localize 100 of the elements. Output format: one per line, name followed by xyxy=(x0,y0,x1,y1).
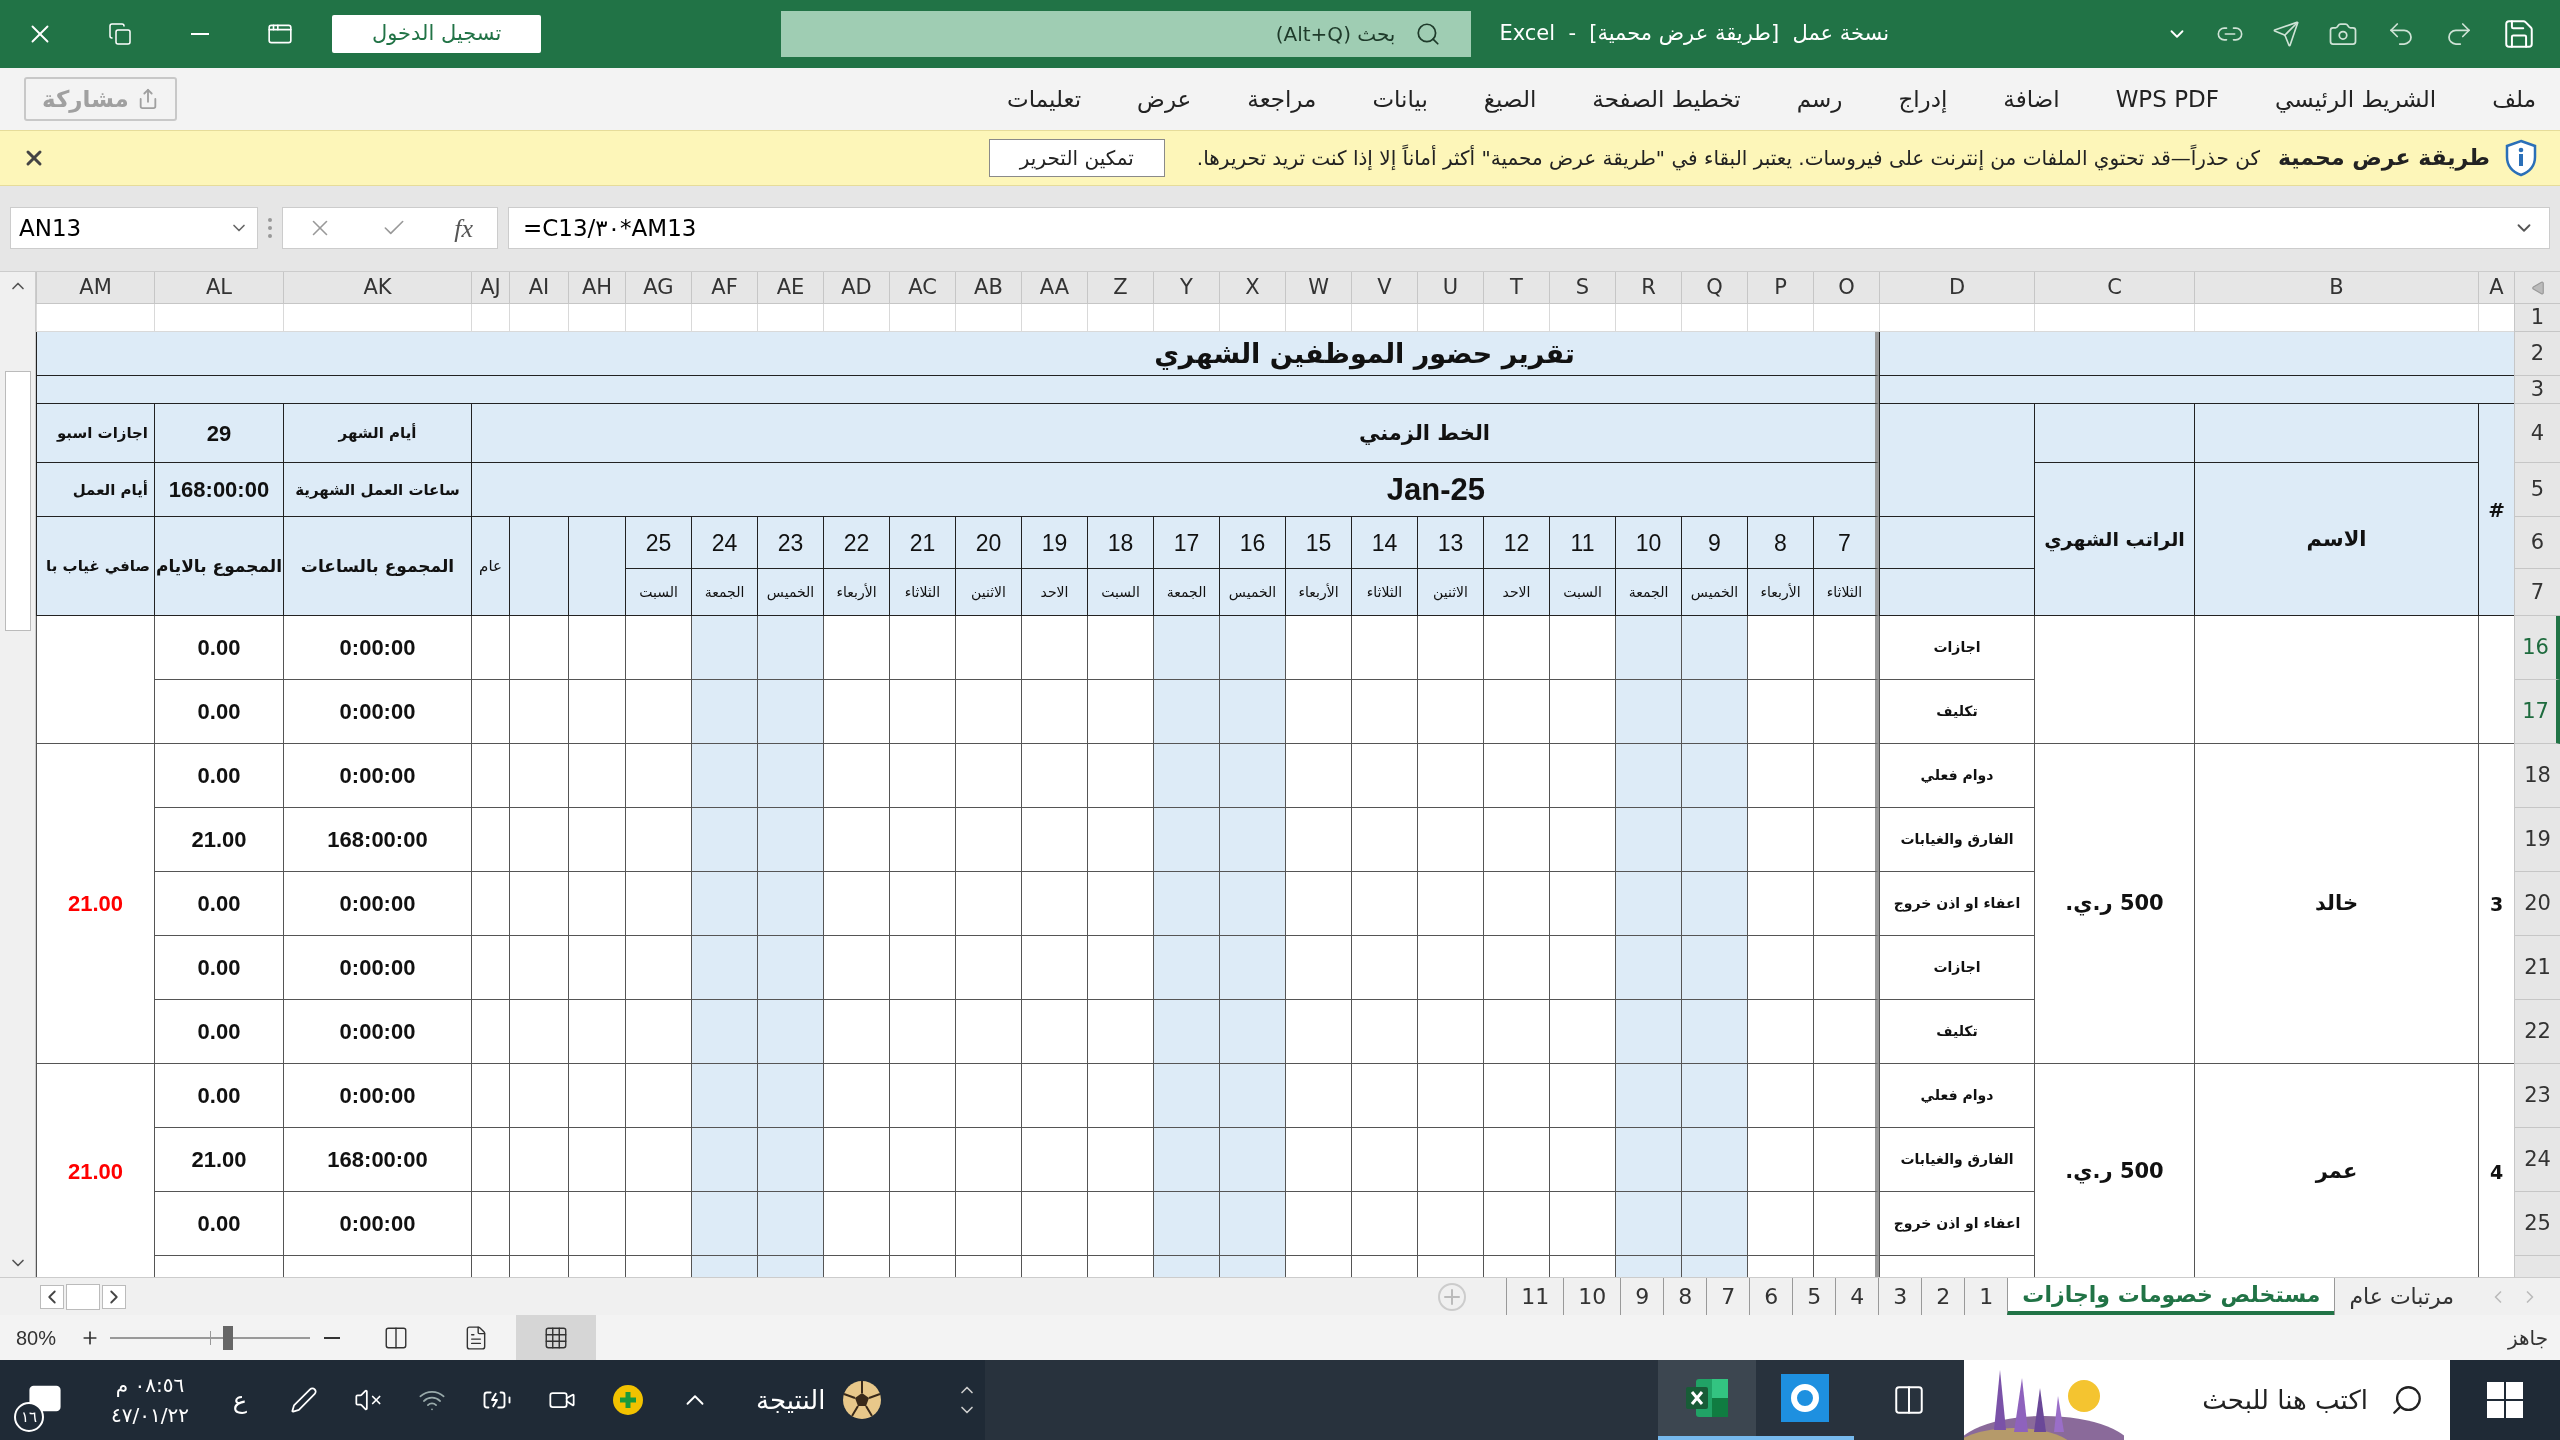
table-cell xyxy=(1813,304,1879,333)
table-cell xyxy=(1483,304,1549,333)
row-header: 4 xyxy=(2514,404,2560,464)
table-cell: صافي غياب با xyxy=(36,517,154,617)
table-cell: 0:00:00 xyxy=(283,1064,471,1129)
sign-in-button[interactable]: تسجيل الدخول xyxy=(332,14,542,53)
table-cell: 0.00 xyxy=(154,680,283,745)
ribbon-tab[interactable]: الشريط الرئيسي xyxy=(2274,81,2437,116)
table-cell: ساعات العمل الشهرية xyxy=(283,463,471,518)
ribbon-tab[interactable]: تعليمات xyxy=(1007,81,1082,116)
column-header: U xyxy=(1417,272,1483,305)
notification-button[interactable]: ١٦ xyxy=(0,1360,90,1440)
clock[interactable]: ٠٨:٥٦ م ٤٧/٠١/٢٢ xyxy=(90,1370,210,1430)
table-cell xyxy=(509,872,568,937)
spreadsheet-app-icon xyxy=(1684,1377,1730,1419)
table-cell: تكليف xyxy=(1879,680,2034,745)
table-cell: 168:00:00 xyxy=(283,1128,471,1193)
table-cell xyxy=(471,1000,509,1065)
enable-editing-button[interactable]: تمكين التحرير xyxy=(988,138,1165,177)
weather-text[interactable]: النتيجة xyxy=(756,1380,826,1420)
insert-function-button[interactable]: fx xyxy=(454,209,474,248)
table-cell: خالد xyxy=(2194,744,2478,1065)
table-cell: الاحد xyxy=(1483,569,1549,617)
column-header: AF xyxy=(691,272,757,305)
column-header: V xyxy=(1351,272,1417,305)
ribbon-tab[interactable]: بيانات xyxy=(1372,81,1428,116)
vertical-scrollbar[interactable] xyxy=(0,272,36,1278)
circle-app-icon xyxy=(1781,1374,1829,1422)
table-cell: 0.00 xyxy=(154,1192,283,1257)
search-field[interactable]: بحث (Alt+Q) xyxy=(781,10,1472,57)
table-cell: 25 xyxy=(625,517,691,570)
table-cell xyxy=(625,304,691,333)
table-cell: الجمعة xyxy=(1615,569,1681,617)
table-cell: الأربعاء xyxy=(1285,569,1351,617)
restore-icon xyxy=(108,21,132,46)
ribbon-tab[interactable]: ملف xyxy=(2492,81,2536,116)
table-cell: 11 xyxy=(1549,517,1615,570)
table-cell xyxy=(568,1000,625,1065)
formula-field[interactable]: =C13/٣٠*AM13 xyxy=(508,207,2550,250)
cell-reference: AN13 xyxy=(19,214,82,244)
table-cell: # xyxy=(2478,404,2514,617)
zoom-out-icon[interactable] xyxy=(324,1336,341,1339)
column-header: C xyxy=(2034,272,2194,305)
horizontal-scrollbar[interactable] xyxy=(40,1283,126,1311)
row-header: 17 xyxy=(2514,680,2560,745)
table-cell: اجازات xyxy=(1879,616,2034,681)
table-cell: الثلاثاء xyxy=(1813,569,1879,617)
table-cell: 19 xyxy=(1021,517,1087,570)
table-cell xyxy=(509,1128,568,1193)
plus-badge-icon xyxy=(612,1384,644,1416)
table-cell: الخميس xyxy=(1681,569,1747,617)
ribbon-tab[interactable]: تخطيط الصفحة xyxy=(1592,81,1741,116)
table-cell xyxy=(509,744,568,809)
ribbon-tab[interactable]: إدراج xyxy=(1898,81,1948,116)
table-cell: 8 xyxy=(1747,517,1813,570)
zoom-slider[interactable] xyxy=(110,1325,311,1350)
ribbon-tab[interactable]: الصيغ xyxy=(1483,81,1537,116)
table-cell: السبت xyxy=(1087,569,1153,617)
ribbon-tab[interactable]: WPS PDF xyxy=(2115,81,2219,116)
zoom-percent[interactable]: 80% xyxy=(16,1322,57,1353)
sheet-tab[interactable]: مستخلص خصومات واجازات xyxy=(2007,1278,2335,1316)
language-indicator[interactable]: ع xyxy=(210,1382,270,1418)
column-header: AL xyxy=(154,272,283,305)
table-cell: دوام فعلي xyxy=(1879,1064,2034,1129)
row-header: 23 xyxy=(2514,1064,2560,1129)
row-header: 18 xyxy=(2514,744,2560,809)
table-cell: 0.00 xyxy=(154,616,283,681)
column-header: AB xyxy=(955,272,1021,305)
table-cell: اعفاء او اذن خروج xyxy=(1879,872,2034,937)
taskbar-search-field[interactable]: اكتب هنا للبحث xyxy=(1964,1360,2450,1440)
windows-logo-icon xyxy=(2487,1382,2523,1418)
column-header: AJ xyxy=(471,272,509,305)
table-cell: 18 xyxy=(1087,517,1153,570)
row-header: 1 xyxy=(2514,304,2560,333)
table-cell xyxy=(471,744,509,809)
send-icon xyxy=(2272,19,2300,48)
name-box[interactable]: AN13 xyxy=(10,207,258,250)
column-header: D xyxy=(1879,272,2034,305)
table-cell: الثلاثاء xyxy=(1351,569,1417,617)
table-cell: أيام العمل xyxy=(36,463,154,518)
ribbon-tab[interactable]: عرض xyxy=(1137,81,1192,116)
message-text: كن حذراً—قد تحتوي الملفات من إنترنت على فيروسات. يعتبر البقاء في "طريقة عرض محمية" أكثر أماناً إلا إذا كنت تريد تحريرها. xyxy=(1196,143,2260,173)
add-sheet-icon xyxy=(1438,1282,1467,1311)
table-cell: 168:00:00 xyxy=(154,463,283,518)
table-cell: عام xyxy=(471,517,509,617)
row-header: 16 xyxy=(2514,616,2560,681)
table-cell: الجمعة xyxy=(691,569,757,617)
table-cell xyxy=(2478,304,2514,333)
drag-handle-icon[interactable] xyxy=(268,218,272,239)
table-cell xyxy=(1747,304,1813,333)
view-button[interactable] xyxy=(516,1315,597,1360)
table-cell: 10 xyxy=(1615,517,1681,570)
ribbon-tab[interactable]: رسم xyxy=(1796,81,1843,116)
ribbon-tab[interactable]: مراجعة xyxy=(1247,81,1317,116)
table-cell: 17 xyxy=(1153,517,1219,570)
slider-thumb[interactable] xyxy=(223,1325,233,1350)
scroll-thumb[interactable] xyxy=(4,371,31,632)
table-cell: 0:00:00 xyxy=(283,744,471,809)
ribbon-tab[interactable]: اضافة xyxy=(2003,81,2060,116)
soccer-ball-icon xyxy=(841,1379,884,1421)
